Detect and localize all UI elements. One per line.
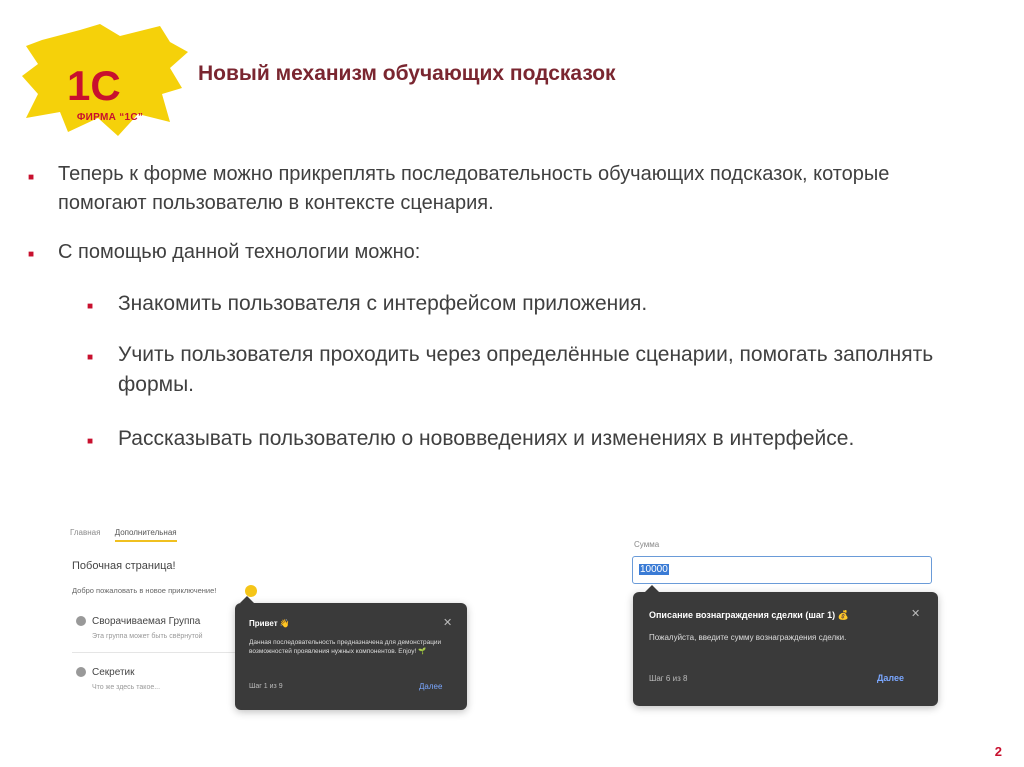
subbullet-text: Знакомить пользователя с интерфейсом при…: [118, 292, 648, 315]
subbullet-marker: ■: [87, 436, 94, 447]
group-subtitle: Эта группа может быть свёрнутой: [92, 633, 203, 640]
bullet-marker: ■: [28, 172, 35, 183]
page-number: 2: [994, 744, 1002, 759]
slide-title: Новый механизм обучающих подсказок: [198, 62, 616, 85]
logo-caption: ФИРМА “1С”: [76, 112, 144, 123]
tab-bar: Главная Дополнительная: [70, 528, 189, 542]
subbullet-text: Учить пользователя проходить через опред…: [118, 343, 934, 396]
bullet-text: Теперь к форме можно прикреплять последо…: [58, 163, 890, 214]
group-title: Секретик: [92, 667, 135, 678]
sum-input-value: 10000: [639, 564, 669, 575]
example-screenshot-right: Сумма 10000 Описание вознаграждения сдел…: [628, 532, 940, 717]
tooltip-step: Шаг 1 из 9: [249, 683, 283, 690]
onboarding-tooltip: Привет 👋 ✕ Данная последовательность пре…: [235, 596, 467, 710]
expand-icon: [76, 667, 86, 678]
tab-main[interactable]: Главная: [70, 528, 100, 540]
example-screenshot-left: Главная Дополнительная Побочная страница…: [62, 520, 477, 720]
sum-label: Сумма: [634, 540, 660, 549]
tooltip-body: Пожалуйста, введите сумму вознаграждения…: [649, 633, 847, 642]
subbullet-text: Рассказывать пользователю о нововведения…: [118, 427, 855, 450]
group-subtitle: Что же здесь такое...: [92, 684, 161, 691]
company-logo: 1С ФИРМА “1С”: [20, 22, 190, 140]
group-title: Сворачиваемая Группа: [92, 616, 201, 627]
tab-additional[interactable]: Дополнительная: [114, 528, 177, 542]
welcome-text: Добро пожаловать в новое приключение!: [72, 586, 217, 595]
tooltip-next-button[interactable]: Далее: [877, 673, 904, 683]
logo-mark-text: 1С: [67, 62, 121, 109]
bullet-marker: ■: [28, 249, 35, 260]
expand-icon: [76, 616, 86, 627]
tooltip-title: Привет 👋: [249, 619, 290, 628]
logo-mark: 1С: [65, 60, 165, 110]
tooltip-arrow: [240, 596, 254, 603]
secret-group-header[interactable]: Секретик: [76, 667, 135, 678]
bullet-text: С помощью данной технологии можно:: [58, 241, 421, 263]
tooltip-step: Шаг 6 из 8: [649, 674, 688, 683]
subbullet-marker: ■: [87, 301, 94, 312]
onboarding-tooltip: Описание вознаграждения сделки (шаг 1) 💰…: [633, 585, 938, 706]
tooltip-title: Описание вознаграждения сделки (шаг 1) 💰: [649, 610, 849, 620]
divider: [72, 652, 237, 653]
tooltip-arrow: [645, 585, 659, 592]
collapsible-group-header[interactable]: Сворачиваемая Группа: [76, 616, 200, 627]
tooltip-next-button[interactable]: Далее: [419, 682, 442, 691]
subbullet-marker: ■: [87, 352, 94, 363]
page-heading: Побочная страница!: [72, 560, 176, 572]
tooltip-body: Данная последовательность предназначена …: [249, 639, 442, 655]
sum-input[interactable]: 10000: [632, 556, 932, 584]
close-icon[interactable]: ✕: [443, 616, 452, 629]
close-icon[interactable]: ✕: [911, 607, 920, 620]
